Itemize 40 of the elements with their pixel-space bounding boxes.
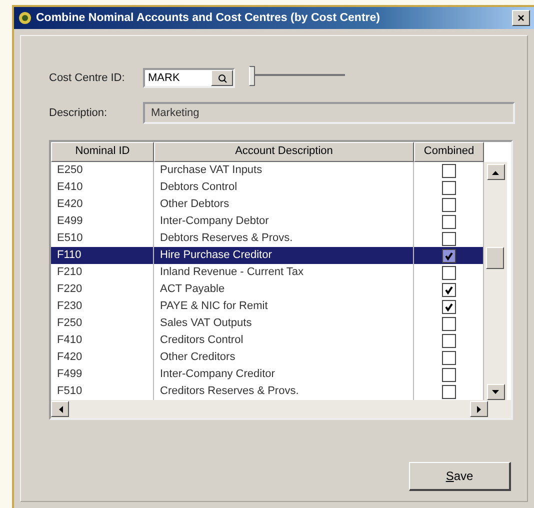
scroll-right-button[interactable] [470,401,488,417]
down-arrow-icon [492,390,499,394]
combined-checkbox[interactable] [442,266,456,280]
combined-checkbox[interactable] [442,198,456,212]
table-row[interactable]: F110 Hire Purchase Creditor [51,247,484,264]
right-arrow-icon [476,406,482,412]
window-title: Combine Nominal Accounts and Cost Centres (by Cost Centre) [36,12,381,24]
combined-checkbox[interactable] [442,350,456,364]
close-button[interactable]: × [512,10,530,26]
combined-checkbox[interactable] [442,384,456,398]
field-label: Cost Centre ID: [49,72,126,84]
horizontal-scrollbar[interactable] [51,400,511,418]
vertical-scrollbar[interactable] [484,162,507,400]
up-arrow-icon [492,170,499,174]
combined-checkbox[interactable] [442,334,456,348]
combined-checkbox[interactable] [442,368,456,382]
description-field: Marketing [143,102,515,124]
column-header[interactable]: Nominal ID [51,142,154,162]
scroll-left-button[interactable] [51,401,69,417]
combined-checkbox[interactable] [442,214,456,228]
cost-centre-field[interactable]: MARK [143,68,235,88]
slider-thumb[interactable] [249,66,255,86]
app-icon [18,11,32,25]
search-icon [218,74,226,82]
left-arrow-icon [58,406,62,412]
combined-checkbox[interactable] [442,180,456,194]
column-header[interactable]: Account Description [154,142,414,162]
combined-checkbox[interactable] [442,300,456,314]
combined-checkbox[interactable] [442,248,456,262]
field-label: Description: [49,107,108,119]
combined-checkbox[interactable] [442,282,456,296]
combined-checkbox[interactable] [442,232,456,246]
combined-checkbox[interactable] [442,316,456,330]
lookup-button[interactable] [211,70,233,86]
scroll-up-button[interactable] [486,164,504,180]
column-header[interactable]: Combined [414,142,484,162]
save-button[interactable]: Save [409,462,511,491]
scroll-down-button[interactable] [486,384,504,400]
scroll-thumb[interactable] [486,247,504,269]
combined-checkbox[interactable] [442,164,456,178]
